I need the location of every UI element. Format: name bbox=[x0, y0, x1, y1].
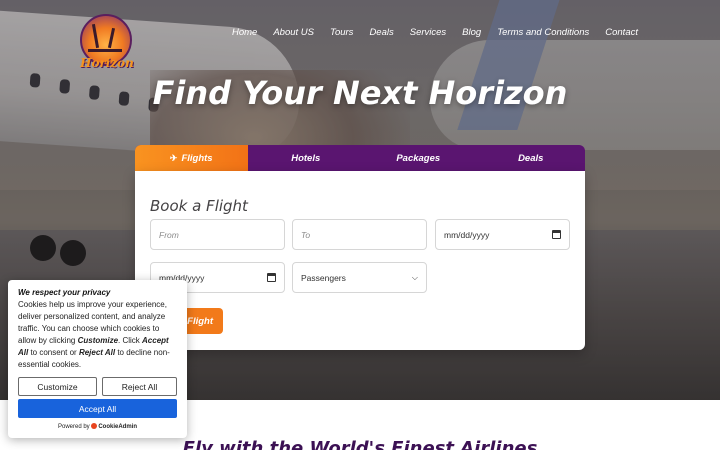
tab-packages[interactable]: Packages bbox=[360, 145, 473, 171]
booking-tabs: ✈ Flights Hotels Packages Deals bbox=[135, 145, 585, 171]
nav-deals[interactable]: Deals bbox=[369, 27, 393, 38]
cookie-accept-button[interactable]: Accept All bbox=[18, 399, 177, 418]
cookie-text: Cookies help us improve your experience,… bbox=[18, 300, 170, 369]
site-logo[interactable]: Horizon bbox=[76, 12, 138, 72]
booking-panel: Book a Flight From To mm/dd/yyyy mm/dd/y… bbox=[135, 171, 585, 350]
cookie-consent-banner: We respect your privacy Cookies help us … bbox=[8, 280, 187, 438]
tab-hotels[interactable]: Hotels bbox=[248, 145, 361, 171]
nav-about[interactable]: About US bbox=[273, 27, 314, 38]
tab-label: Hotels bbox=[291, 152, 321, 164]
palm-tree-icon bbox=[88, 30, 122, 52]
nav-tours[interactable]: Tours bbox=[330, 27, 353, 38]
nav-terms[interactable]: Terms and Conditions bbox=[497, 27, 589, 38]
cookie-title: We respect your privacy bbox=[18, 288, 111, 297]
passengers-select[interactable]: Passengers ⌵ bbox=[292, 262, 427, 293]
logo-wordmark: Horizon bbox=[80, 56, 134, 70]
nav-blog[interactable]: Blog bbox=[462, 27, 481, 38]
tab-label: Deals bbox=[518, 152, 544, 164]
plane-icon: ✈ bbox=[169, 152, 178, 163]
nav-home[interactable]: Home bbox=[232, 27, 257, 38]
tab-label: Packages bbox=[396, 152, 441, 164]
hero-title: Find Your Next Horizon bbox=[152, 74, 568, 112]
cookie-powered-by: Powered by CookieAdmin bbox=[57, 423, 138, 430]
to-input[interactable]: To bbox=[292, 219, 427, 250]
tab-deals[interactable]: Deals bbox=[473, 145, 586, 171]
from-input[interactable]: From bbox=[150, 219, 285, 250]
tab-flights[interactable]: ✈ Flights bbox=[135, 145, 248, 171]
nav-services[interactable]: Services bbox=[410, 27, 446, 38]
calendar-icon[interactable] bbox=[267, 273, 276, 282]
airlines-section-title: Fly with the World's Finest Airlines bbox=[182, 438, 538, 450]
cookieadmin-logo-icon bbox=[91, 423, 98, 429]
cookie-reject-button[interactable]: Reject All bbox=[102, 377, 177, 396]
page: Horizon Home About US Tours Deals Servic… bbox=[0, 0, 720, 450]
tab-label: Flights bbox=[181, 152, 213, 164]
depart-date-input[interactable]: mm/dd/yyyy bbox=[435, 219, 570, 250]
chevron-down-icon: ⌵ bbox=[411, 272, 418, 282]
nav-contact[interactable]: Contact bbox=[605, 27, 638, 38]
main-nav: Home About US Tours Deals Services Blog … bbox=[232, 27, 638, 38]
calendar-icon[interactable] bbox=[552, 230, 561, 239]
booking-title: Book a Flight bbox=[150, 197, 248, 215]
cookie-customize-button[interactable]: Customize bbox=[18, 377, 97, 396]
